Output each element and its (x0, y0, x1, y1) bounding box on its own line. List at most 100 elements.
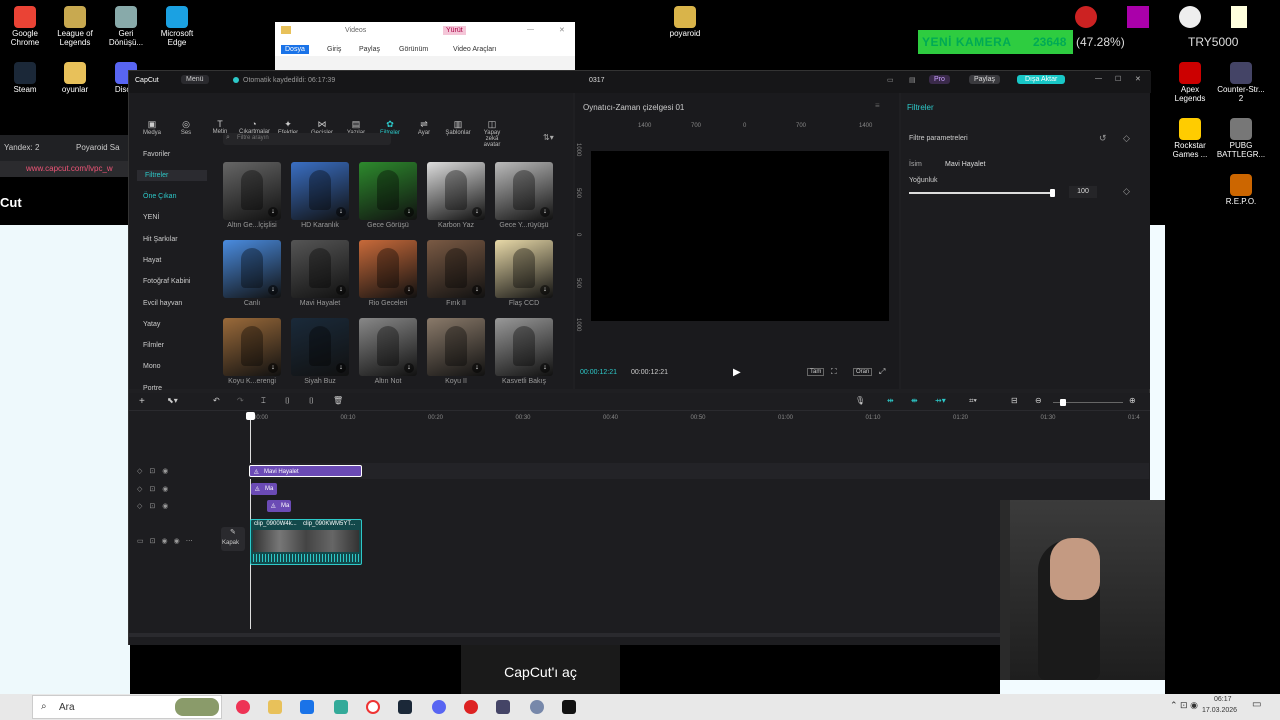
chrome-icon[interactable] (530, 700, 544, 714)
category-item[interactable]: Yatay (143, 321, 160, 328)
browser-urlbar[interactable]: www.capcut.com/lvpc_w (0, 161, 130, 177)
menu-icon[interactable]: ≡ (875, 101, 880, 110)
desktop-icon-2[interactable]: Geri Dönüşü... (101, 6, 151, 48)
close-icon[interactable]: ✕ (559, 26, 565, 34)
zoom-in-icon[interactable]: ⊕ (1129, 396, 1136, 405)
explorer-tab[interactable]: Dosya (281, 45, 309, 54)
desktop-icon-right-4[interactable]: R.E.P.O. (1216, 174, 1266, 207)
add-icon[interactable]: + (139, 396, 145, 407)
filter-thumb[interactable]: ↓ (427, 318, 485, 376)
toolbar-0[interactable]: ▣ Medya (137, 119, 167, 136)
record-icon[interactable] (464, 700, 478, 714)
filter-thumb[interactable]: ↓ (359, 240, 417, 298)
sort-icon[interactable]: ⇅▾ (543, 133, 554, 142)
desktop-icon-0[interactable]: Google Chrome (0, 6, 50, 48)
explorer-tab[interactable]: Görünüm (395, 45, 432, 54)
download-icon[interactable]: ↓ (472, 207, 482, 217)
desktop-icon-right-3[interactable]: PUBG BATTLEGR... (1216, 118, 1266, 160)
delete-icon[interactable]: 🗑 (333, 396, 343, 405)
discord-icon[interactable] (432, 700, 446, 714)
filter-thumb[interactable]: ↓ (359, 318, 417, 376)
file-explorer-icon[interactable] (268, 700, 282, 714)
track-controls-2[interactable]: ◇⊡◉ (137, 485, 175, 493)
category-item[interactable]: Hayat (143, 257, 161, 264)
reset-icon[interactable]: ↺ (1099, 133, 1107, 144)
download-icon[interactable]: ↓ (404, 207, 414, 217)
desktop-icon-polaroid[interactable]: poyaroid (660, 6, 710, 39)
opera-icon[interactable] (366, 700, 380, 714)
redo-icon[interactable]: ↷ (237, 396, 244, 405)
video-clip[interactable]: clip_0900W4k... clip_090KWM5YT... (250, 519, 362, 565)
minimize-icon[interactable]: — (1095, 75, 1102, 82)
explorer-tab[interactable]: Video Araçları (449, 45, 500, 54)
toolbar-9[interactable]: ▥ Şablonlar (443, 119, 473, 136)
download-icon[interactable]: ↓ (540, 285, 550, 295)
keyframe-icon[interactable]: ◇ (1123, 186, 1130, 197)
category-item[interactable]: Mono (143, 363, 161, 370)
snap-icon[interactable]: ⇸▾ (935, 396, 946, 405)
intensity-input[interactable]: 100 (1069, 186, 1097, 198)
filter-thumb[interactable]: ↓ (291, 240, 349, 298)
category-item[interactable]: Evcil hayvan (143, 300, 182, 307)
system-tray-icons[interactable]: ⌃ ⊡ ◉ (1170, 700, 1198, 711)
explorer-tab[interactable]: Giriş (323, 45, 345, 54)
download-icon[interactable]: ↓ (540, 207, 550, 217)
download-icon[interactable]: ↓ (404, 363, 414, 373)
category-item[interactable]: Filmler (143, 342, 164, 349)
filter-thumb[interactable]: ↓ (223, 318, 281, 376)
ratio-button[interactable]: Oran (853, 368, 873, 376)
filter-thumb[interactable]: ↓ (495, 318, 553, 376)
minimize-icon[interactable]: — (527, 26, 534, 33)
close-icon[interactable]: ✕ (1135, 75, 1141, 83)
filter-clip-small-2[interactable]: ◬ Ma (267, 500, 291, 512)
notification-icon[interactable]: ▭ (1252, 699, 1261, 710)
download-icon[interactable]: ↓ (336, 207, 346, 217)
filter-search[interactable]: ⌕ Filtre arayın (223, 133, 391, 145)
keyframe-icon[interactable]: ◇ (1123, 133, 1130, 144)
browser-tab-poyaroid[interactable]: Poyaroid Sa (76, 143, 120, 152)
zoom-slider[interactable] (1053, 399, 1123, 406)
trim-left-icon[interactable]: ⌷ (285, 396, 290, 406)
desktop-icon-3[interactable]: Microsoft Edge (152, 6, 202, 48)
filter-clip-small-1[interactable]: ◬ Ma (251, 483, 277, 495)
trim-right-icon[interactable]: ⌷ (309, 396, 314, 406)
pro-button[interactable]: Pro (929, 75, 950, 84)
link-icon[interactable]: ⇹ (887, 396, 894, 405)
crop-icon[interactable]: ⛶ (831, 367, 837, 377)
play-icon[interactable]: ▶ (733, 367, 741, 378)
clock-time[interactable]: 06:17 (1214, 696, 1232, 703)
layout-icon[interactable]: ▭ (887, 76, 894, 84)
download-icon[interactable]: ↓ (268, 285, 278, 295)
category-item[interactable]: Favoriler (143, 151, 170, 158)
maximize-icon[interactable]: ☐ (1115, 75, 1121, 83)
explorer-manage[interactable]: Yürüt (443, 26, 466, 35)
panel-icon[interactable]: ▤ (909, 76, 916, 84)
intensity-slider[interactable] (909, 189, 1055, 197)
mic-icon[interactable]: 🎙 (855, 396, 865, 405)
download-icon[interactable]: ↓ (336, 363, 346, 373)
capcut-icon[interactable] (562, 700, 576, 714)
outlook-icon[interactable] (300, 700, 314, 714)
explorer-tab[interactable]: Paylaş (355, 45, 384, 54)
track-controls-1[interactable]: ◇⊡◉ (137, 467, 175, 475)
playhead-handle[interactable] (246, 412, 255, 420)
download-icon[interactable]: ↓ (268, 363, 278, 373)
magnet-icon[interactable]: ⇼ (911, 396, 918, 405)
category-item[interactable]: Hit Şarkılar (143, 236, 178, 243)
preview-axis-icon[interactable]: ⌗▾ (969, 396, 977, 406)
select-icon[interactable]: ⬉▾ (167, 396, 178, 405)
filter-thumb[interactable]: ↓ (427, 162, 485, 220)
video-preview[interactable] (591, 151, 889, 321)
download-icon[interactable]: ↓ (336, 285, 346, 295)
category-item[interactable]: Fotoğraf Kabini (143, 278, 190, 285)
toolbar-8[interactable]: ⇌ Ayar (409, 119, 439, 136)
desktop-icon-5[interactable]: oyunlar (50, 62, 100, 95)
track-controls-3[interactable]: ◇⊡◉ (137, 502, 175, 510)
filter-thumb[interactable]: ↓ (223, 162, 281, 220)
category-item[interactable]: YENİ (143, 214, 159, 221)
expand-icon[interactable]: ⤢ (879, 367, 885, 377)
desktop-icon-right-1[interactable]: Counter-Str... 2 (1216, 62, 1266, 104)
filter-thumb[interactable]: ↓ (359, 162, 417, 220)
download-icon[interactable]: ↓ (472, 363, 482, 373)
share-button[interactable]: Paylaş (969, 75, 1001, 84)
